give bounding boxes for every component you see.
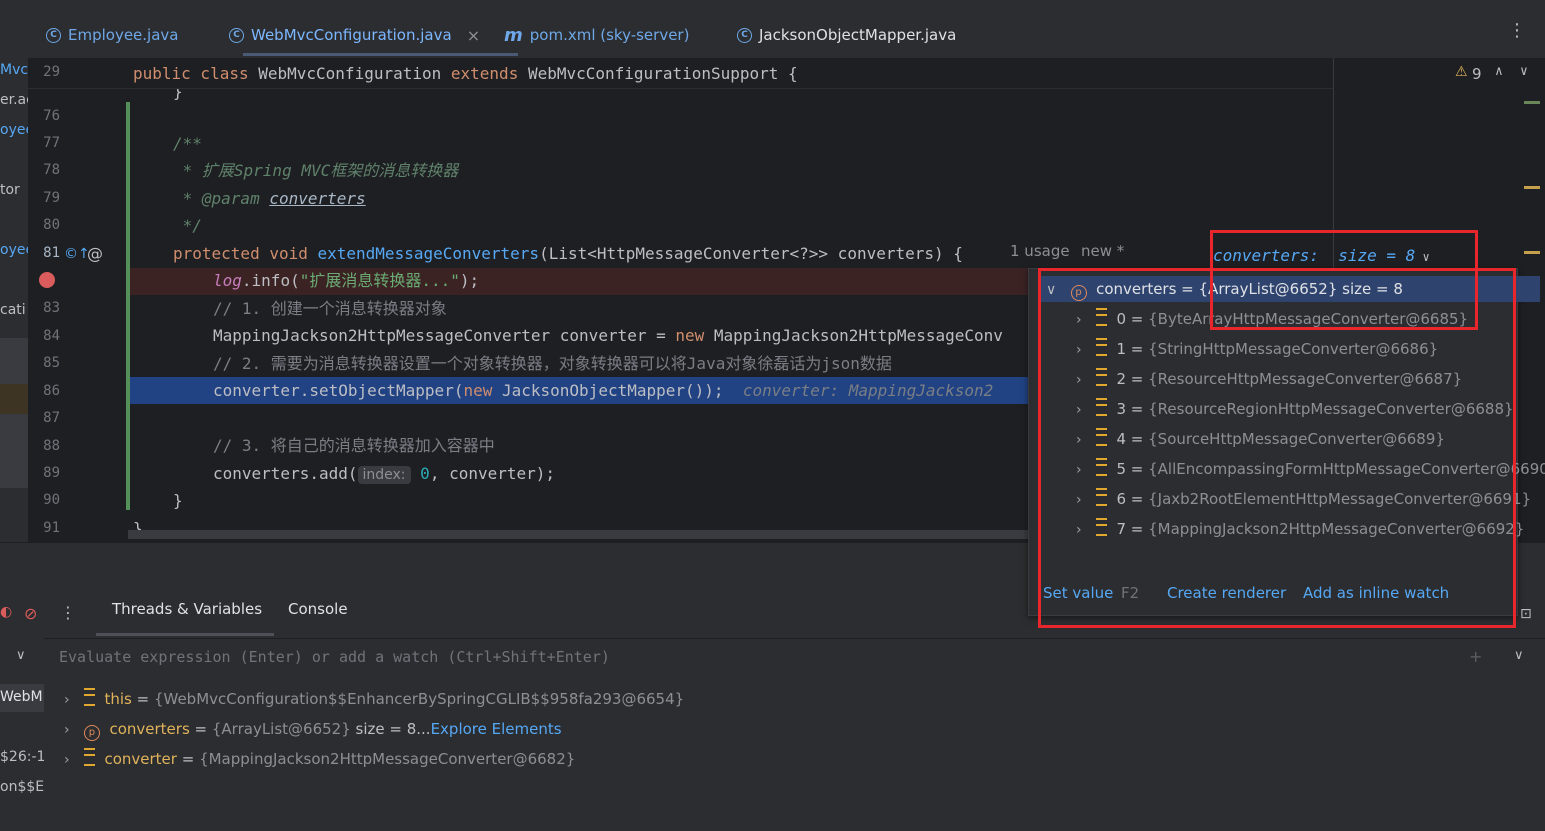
annotation-icon[interactable]: @ <box>87 244 103 263</box>
line-number: 86 <box>43 383 60 399</box>
code-line: * @param converters <box>173 189 366 208</box>
close-tab-icon[interactable]: × <box>467 26 480 45</box>
code-line: // 1. 创建一个消息转换器对象 <box>213 299 447 318</box>
tab-label: WebMvcConfiguration.java <box>251 26 452 44</box>
code-line: } <box>173 491 183 510</box>
tab-pom-xml[interactable]: m pom.xml (sky-server) <box>504 20 689 50</box>
code-line: */ <box>173 216 202 235</box>
warning-icon[interactable]: ⚠ <box>1455 64 1468 80</box>
sticky-class-header[interactable]: 29 public class WebMvcConfiguration exte… <box>28 58 1528 89</box>
line-number: 81 <box>43 245 60 261</box>
code-line: log.info("扩展消息转换器..."); <box>213 271 480 290</box>
code-line: protected void extendMessageConverters(L… <box>173 244 963 263</box>
code-line: MappingJackson2HttpMessageConverter conv… <box>213 326 1003 345</box>
code-line: converter.setObjectMapper(new JacksonObj… <box>213 381 994 400</box>
variables-pane: › this = {WebMvcConfiguration$$EnhancerB… <box>44 676 1545 830</box>
line-number: 84 <box>43 328 60 344</box>
frames-dropdown-icon[interactable]: ∨ <box>16 648 26 663</box>
code-line: // 2. 需要为消息转换器设置一个对象转换器，对象转换器可以将Java对象徐磊… <box>213 354 892 373</box>
override-method-icon[interactable]: ©↑ <box>64 246 90 262</box>
project-fragment[interactable]: oyee <box>0 242 28 258</box>
expand-arrow-icon: › <box>64 752 70 768</box>
code-line: /** <box>173 134 202 153</box>
project-fragment[interactable]: tor <box>0 182 20 198</box>
usage-count-link[interactable]: 1 usage <box>1010 242 1070 260</box>
frame-item[interactable]: WebM <box>0 689 43 705</box>
tab-console[interactable]: Console <box>288 600 348 618</box>
more-options-icon[interactable]: ⋮ <box>1508 20 1526 41</box>
maven-icon: m <box>504 24 523 46</box>
line-number: 76 <box>43 108 60 124</box>
tab-employee-java[interactable]: C Employee.java <box>46 20 179 50</box>
project-fragment[interactable]: oyee <box>0 122 28 138</box>
line-number: 90 <box>43 492 60 508</box>
breakpoints-icon[interactable]: ◐ <box>0 604 12 620</box>
add-watch-icon[interactable]: + <box>1469 647 1482 666</box>
tab-label: pom.xml (sky-server) <box>529 26 690 44</box>
project-fragment[interactable]: cati <box>0 302 26 318</box>
line-number: 77 <box>43 135 60 151</box>
expand-arrow-icon: › <box>64 722 70 738</box>
java-class-icon: C <box>46 27 61 43</box>
field-icon <box>83 688 95 706</box>
project-fragment[interactable]: Mvc <box>0 62 28 78</box>
code-line: // 3. 将自己的消息转换器加入容器中 <box>213 436 495 455</box>
code-line: converters.add(index: 0, converter); <box>213 464 556 484</box>
warning-count[interactable]: 9 <box>1472 65 1482 83</box>
breakpoint-icon[interactable] <box>39 272 55 288</box>
next-highlight-icon[interactable]: ∨ <box>1520 64 1528 79</box>
line-number: 29 <box>43 64 60 80</box>
line-number: 91 <box>43 520 60 536</box>
variable-row[interactable]: › converter = {MappingJackson2HttpMessag… <box>64 747 575 771</box>
java-class-icon: C <box>229 27 244 43</box>
explore-elements-link[interactable]: Explore Elements <box>431 720 562 738</box>
line-number: 79 <box>43 190 60 206</box>
more-icon[interactable]: ⋮ <box>60 603 76 622</box>
variable-row[interactable]: › this = {WebMvcConfiguration$$EnhancerB… <box>64 687 684 711</box>
horizontal-scrollbar[interactable] <box>128 530 1028 539</box>
tab-label: Employee.java <box>68 26 179 44</box>
tab-jacksonobjectmapper-java[interactable]: C JacksonObjectMapper.java <box>737 20 956 50</box>
line-number: 89 <box>43 465 60 481</box>
code-line: public class WebMvcConfiguration extends… <box>133 64 798 83</box>
parameter-hint: index: <box>357 466 411 484</box>
editor-tab-bar: C Employee.java C WebMvcConfiguration.ja… <box>28 0 1545 59</box>
frame-item[interactable]: $26:-1 <box>0 749 44 765</box>
highlight-box-popup <box>1038 268 1516 628</box>
expand-icon[interactable]: ∨ <box>1514 648 1524 663</box>
tab-webmvcconfiguration-java[interactable]: C WebMvcConfiguration.java × <box>229 20 480 50</box>
mute-breakpoints-icon[interactable]: ⊘ <box>24 604 37 623</box>
parameter-icon: p <box>83 725 100 741</box>
tab-threads-variables[interactable]: Threads & Variables <box>112 600 262 618</box>
line-number: 88 <box>43 438 60 454</box>
evaluate-expression-input[interactable]: Evaluate expression (Enter) or add a wat… <box>59 648 610 666</box>
tab-label: JacksonObjectMapper.java <box>759 26 957 44</box>
evaluate-expression-bar[interactable]: Evaluate expression (Enter) or add a wat… <box>44 638 1545 678</box>
line-number: 83 <box>43 300 60 316</box>
line-number: 78 <box>43 162 60 178</box>
frame-item[interactable]: on$$Er <box>0 779 44 795</box>
line-number: 80 <box>43 217 60 233</box>
expand-arrow-icon: › <box>64 692 70 708</box>
field-icon <box>83 748 95 766</box>
line-number: 87 <box>43 410 60 426</box>
line-number: 85 <box>43 355 60 371</box>
previous-highlight-icon[interactable]: ∧ <box>1495 64 1503 79</box>
author-hint: new * <box>1081 242 1125 260</box>
project-fragment[interactable]: er.ac <box>0 92 28 108</box>
pin-icon[interactable]: ⊡ <box>1520 606 1532 622</box>
frames-pane: WebM $26:-1 on$$Er <box>0 676 45 830</box>
code-line: * 扩展Spring MVC框架的消息转换器 <box>173 161 459 180</box>
variable-row[interactable]: › p converters = {ArrayList@6652} size =… <box>64 717 562 741</box>
java-class-icon: C <box>737 27 752 43</box>
